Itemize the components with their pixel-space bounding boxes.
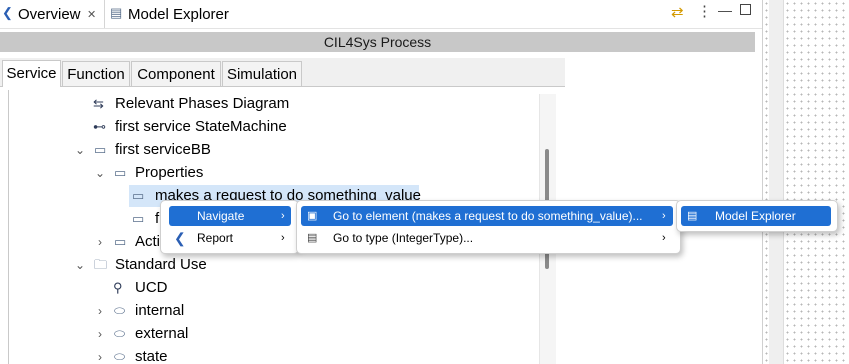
tab-model-explorer-label: Model Explorer bbox=[128, 5, 229, 23]
block-icon: ▭ bbox=[94, 142, 107, 157]
tab-model-explorer[interactable]: ▤ Model Explorer bbox=[106, 0, 246, 28]
folder-icon: 🗀 bbox=[94, 257, 108, 272]
chevron-down-icon[interactable]: ⌄ bbox=[95, 162, 105, 184]
model-explorer-icon: ▤ bbox=[110, 5, 123, 20]
element-icon: ▣ bbox=[307, 210, 318, 222]
chevron-right-icon: › bbox=[281, 232, 285, 244]
phases-diagram-icon: ⇆ bbox=[93, 96, 104, 111]
menu-item-go-to-element[interactable]: ▣ Go to element (makes a request to do s… bbox=[301, 206, 673, 226]
type-icon: ▤ bbox=[307, 232, 318, 244]
sync-icon[interactable]: ⇄ bbox=[671, 3, 684, 21]
property-icon: ▭ bbox=[132, 211, 145, 226]
goto-submenu: ▤ Model Explorer bbox=[676, 200, 838, 232]
canvas-scrollbar[interactable] bbox=[769, 0, 784, 364]
menu-item-navigate[interactable]: Navigate › bbox=[169, 206, 291, 226]
navigate-submenu: ▣ Go to element (makes a request to do s… bbox=[296, 200, 681, 254]
chevron-right-icon[interactable]: › bbox=[95, 300, 105, 322]
view-menu-icon[interactable]: ⋮ bbox=[697, 2, 712, 20]
chevron-down-icon[interactable]: ⌄ bbox=[75, 139, 85, 161]
maximize-icon[interactable] bbox=[740, 4, 751, 15]
use-case-icon: ⬭ bbox=[114, 349, 126, 364]
use-case-icon: ⬭ bbox=[114, 326, 126, 341]
chevron-right-icon: › bbox=[662, 210, 666, 222]
properties-icon: ▭ bbox=[114, 165, 127, 180]
tab-overview[interactable]: ❮ Overview ✕ bbox=[0, 0, 105, 28]
tab-service[interactable]: Service bbox=[2, 60, 61, 87]
tab-component[interactable]: Component bbox=[131, 61, 221, 86]
view-tab-bar: ❮ Overview ✕ ▤ Model Explorer ⇄ ⋮ — bbox=[0, 0, 762, 29]
chevron-right-icon[interactable]: › bbox=[95, 231, 105, 253]
process-title: CIL4Sys Process bbox=[0, 32, 755, 52]
use-case-diagram-icon: ⚲ bbox=[113, 280, 123, 295]
property-icon: ▭ bbox=[132, 188, 145, 203]
state-machine-icon: ⊷ bbox=[93, 119, 106, 134]
report-icon: ❮ bbox=[174, 230, 186, 246]
chevron-right-icon: › bbox=[281, 210, 285, 222]
menu-item-report[interactable]: ❮ Report › bbox=[169, 228, 291, 248]
close-icon[interactable]: ✕ bbox=[87, 8, 96, 21]
overview-icon: ❮ bbox=[2, 5, 13, 20]
chevron-down-icon[interactable]: ⌄ bbox=[75, 254, 85, 276]
chevron-right-icon[interactable]: › bbox=[95, 323, 105, 345]
use-case-icon: ⬭ bbox=[114, 303, 126, 318]
minimize-icon[interactable]: — bbox=[718, 2, 732, 18]
chevron-right-icon[interactable]: › bbox=[95, 346, 105, 364]
tab-simulation[interactable]: Simulation bbox=[222, 61, 302, 86]
context-menu: Navigate › ❮ Report › bbox=[160, 200, 299, 254]
menu-item-model-explorer[interactable]: ▤ Model Explorer bbox=[681, 206, 831, 226]
activity-icon: ▭ bbox=[114, 234, 127, 249]
tab-function[interactable]: Function bbox=[62, 61, 130, 86]
chevron-right-icon: › bbox=[662, 232, 666, 244]
tab-overview-label: Overview bbox=[18, 5, 81, 23]
content-tab-bar: Service Function Component Simulation bbox=[0, 58, 565, 87]
menu-item-go-to-type[interactable]: ▤ Go to type (IntegerType)... › bbox=[301, 228, 673, 248]
model-explorer-icon: ▤ bbox=[687, 210, 698, 222]
